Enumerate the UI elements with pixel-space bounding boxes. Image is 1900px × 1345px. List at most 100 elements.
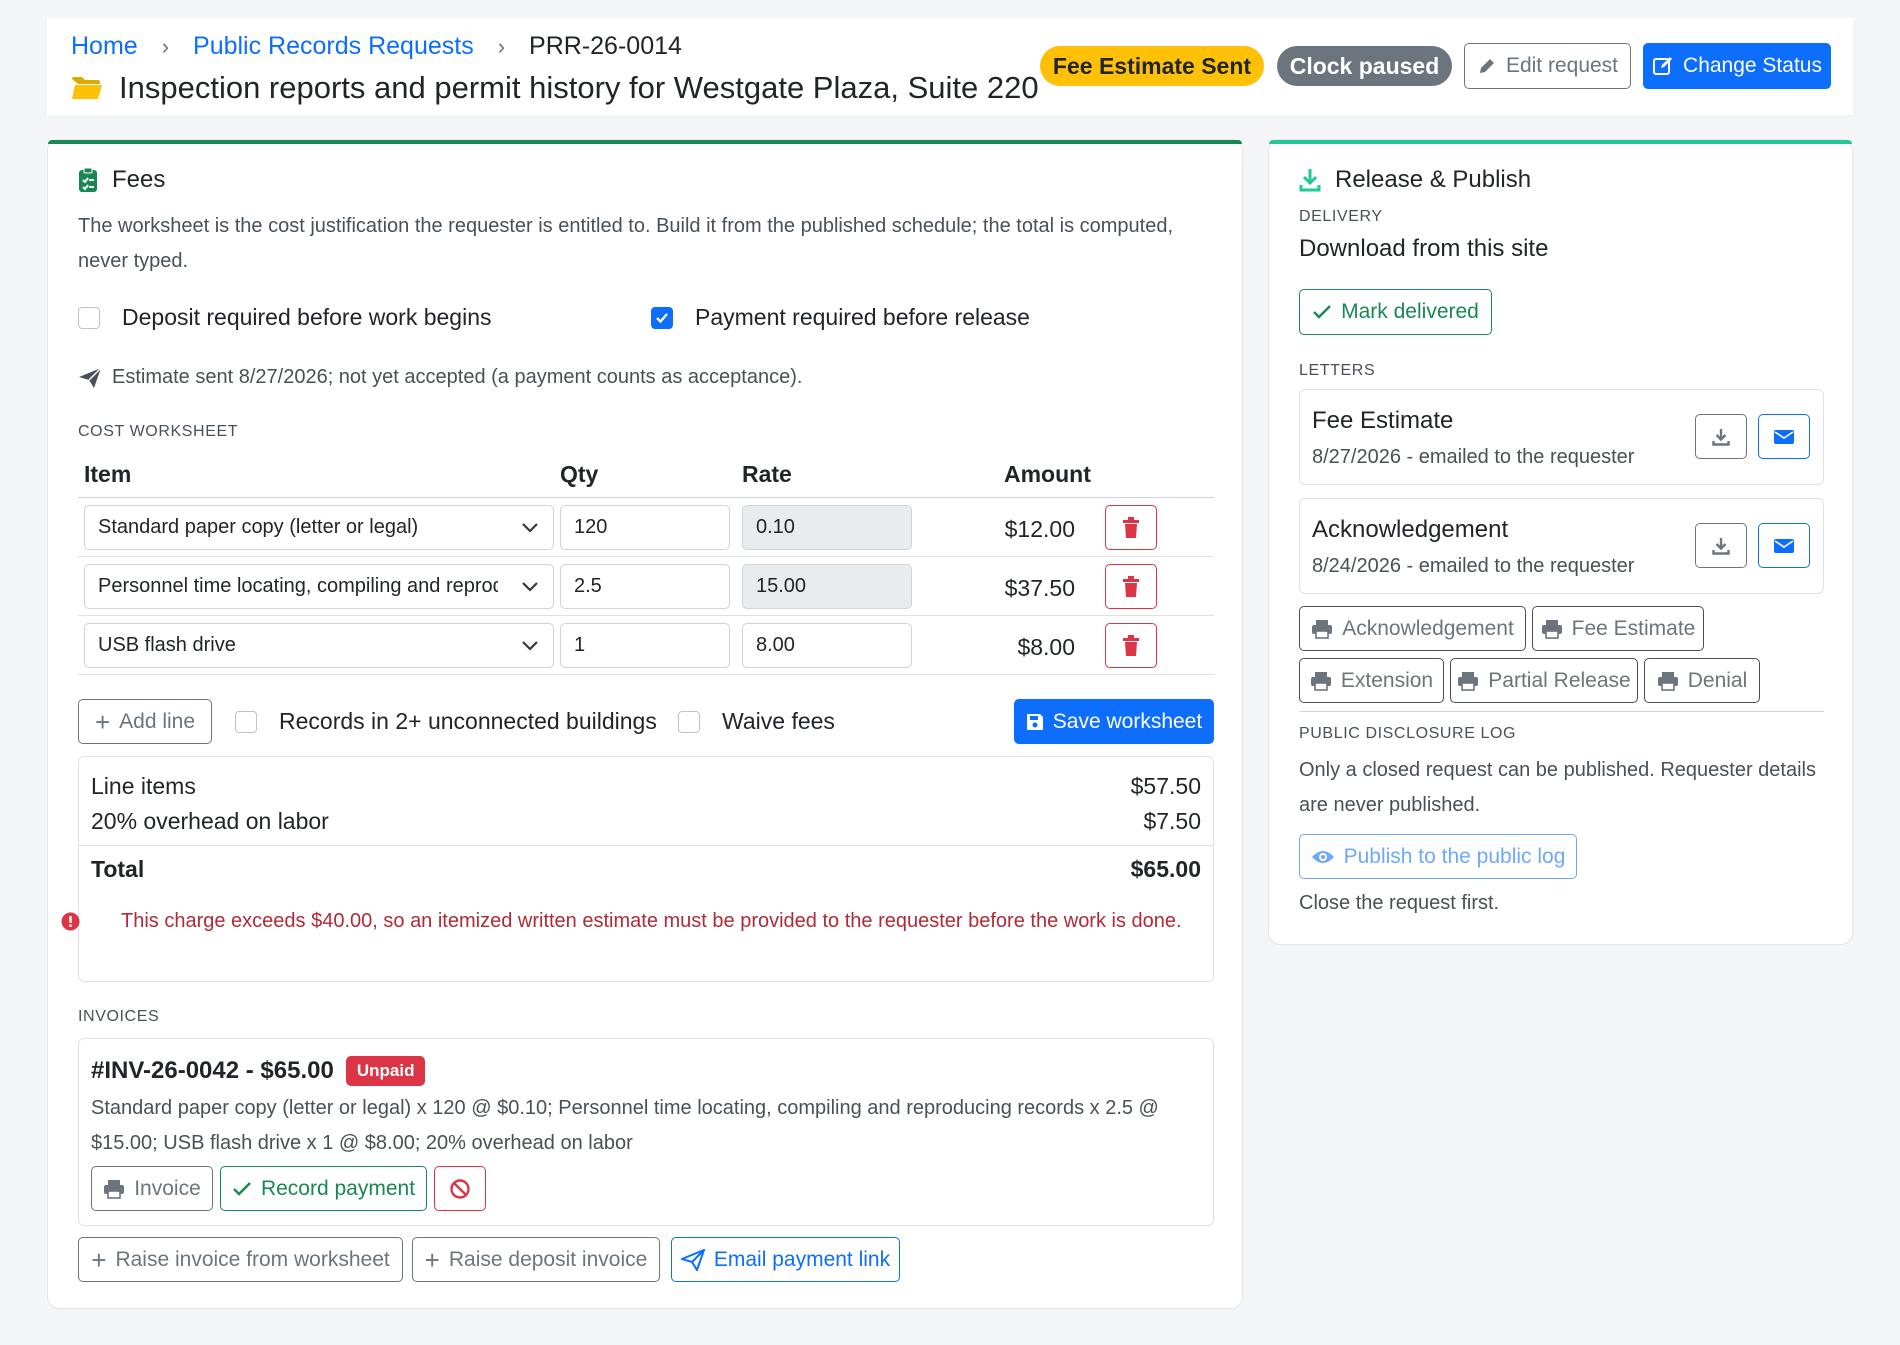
trash-icon <box>1123 516 1139 538</box>
plus-icon: + <box>424 1244 440 1275</box>
publish-public-log-button[interactable]: Publish to the public log <box>1299 834 1577 879</box>
delivery-value: Download from this site <box>1299 235 1549 262</box>
email-letter-button[interactable] <box>1758 414 1810 459</box>
printer-icon <box>1310 671 1331 691</box>
chevron-down-icon <box>522 581 538 592</box>
mark-delivered-button[interactable]: Mark delivered <box>1299 289 1492 335</box>
rate-input[interactable]: 0.10 <box>742 505 912 550</box>
download-icon <box>1712 428 1730 446</box>
payment-required-checkbox[interactable] <box>651 306 673 329</box>
letter-item: Acknowledgement 8/24/2026 - emailed to t… <box>1299 498 1824 594</box>
card-accent <box>48 140 1242 144</box>
email-payment-link-label: Email payment link <box>713 1247 891 1271</box>
printer-icon <box>1657 671 1678 691</box>
deposit-required-label: Deposit required before work begins <box>122 304 492 330</box>
letter-subtitle: 8/24/2026 - emailed to the requester <box>1312 555 1635 577</box>
unconnected-buildings-label: Records in 2+ unconnected buildings <box>279 708 657 734</box>
close-first-note: Close the request first. <box>1299 892 1500 914</box>
add-line-label: Add line <box>119 709 196 733</box>
print-acknowledgement-label: Acknowledgement <box>1342 616 1514 640</box>
print-partial-release-label: Partial Release <box>1488 668 1631 692</box>
change-status-button[interactable]: Change Status <box>1643 43 1831 89</box>
divider <box>79 845 1213 846</box>
letter-name: Acknowledgement <box>1312 516 1509 543</box>
add-line-button[interactable]: + Add line <box>78 699 212 744</box>
folder-open-icon <box>72 77 102 99</box>
item-select[interactable]: Standard paper copy (letter or legal) <box>84 505 554 550</box>
print-extension-button[interactable]: Extension <box>1299 658 1444 703</box>
trash-icon <box>1123 634 1139 656</box>
raise-invoice-label: Raise invoice from worksheet <box>115 1247 390 1271</box>
qty-input[interactable]: 2.5 <box>560 564 730 609</box>
raise-deposit-invoice-button[interactable]: + Raise deposit invoice <box>412 1237 660 1282</box>
unconnected-buildings-checkbox[interactable] <box>235 710 257 733</box>
raise-invoice-button[interactable]: + Raise invoice from worksheet <box>78 1237 403 1282</box>
fees-title: Fees <box>78 166 165 194</box>
plus-icon: + <box>91 1244 107 1275</box>
delete-line-button[interactable] <box>1105 505 1157 550</box>
email-payment-link-button[interactable]: Email payment link <box>671 1237 900 1282</box>
print-acknowledgement-button[interactable]: Acknowledgement <box>1299 606 1526 651</box>
print-extension-label: Extension <box>1340 668 1434 692</box>
payment-required-option[interactable]: Payment required before release <box>651 304 1030 331</box>
page-header: Home › Public Records Requests › PRR-26-… <box>47 18 1853 115</box>
download-letter-button[interactable] <box>1695 523 1747 568</box>
invoice-card: #INV-26-0042 - $65.00 Unpaid Standard pa… <box>78 1038 1214 1226</box>
rate-input[interactable]: 8.00 <box>742 623 912 668</box>
plus-icon: + <box>94 706 111 737</box>
item-select[interactable]: USB flash drive <box>84 623 554 668</box>
fees-card: Fees The worksheet is the cost justifica… <box>47 139 1243 1309</box>
estimate-warning-text: This charge exceeds $40.00, so an itemiz… <box>121 910 1182 932</box>
printer-icon <box>104 1179 125 1199</box>
line-items-label: Line items <box>91 773 196 799</box>
print-denial-button[interactable]: Denial <box>1644 658 1760 703</box>
save-worksheet-button[interactable]: Save worksheet <box>1014 699 1214 744</box>
delivery-heading: DELIVERY <box>1299 208 1383 225</box>
breadcrumb-home[interactable]: Home <box>71 32 138 61</box>
deposit-required-checkbox[interactable] <box>78 306 100 329</box>
page-title-row: Inspection reports and permit history fo… <box>71 70 1039 106</box>
waive-fees-option[interactable]: Waive fees <box>678 708 835 735</box>
chevron-down-icon <box>522 640 538 651</box>
delete-line-button[interactable] <box>1105 564 1157 609</box>
download-letter-button[interactable] <box>1695 414 1747 459</box>
download-icon <box>1299 169 1321 192</box>
delete-line-button[interactable] <box>1105 623 1157 668</box>
change-status-label: Change Status <box>1683 54 1822 77</box>
invoice-header: #INV-26-0042 - $65.00 Unpaid <box>91 1056 426 1086</box>
unpaid-badge: Unpaid <box>345 1056 426 1086</box>
line-items-value: $57.50 <box>1130 773 1201 799</box>
public-log-heading: PUBLIC DISCLOSURE LOG <box>1299 725 1517 742</box>
print-fee-estimate-button[interactable]: Fee Estimate <box>1532 606 1704 651</box>
item-select[interactable]: Personnel time locating, compiling and r… <box>84 564 554 609</box>
raise-deposit-invoice-label: Raise deposit invoice <box>448 1247 648 1271</box>
record-payment-button[interactable]: Record payment <box>220 1166 427 1211</box>
status-badge: Fee Estimate Sent <box>1040 46 1264 86</box>
invoice-detail: Standard paper copy (letter or legal) x … <box>91 1097 1159 1154</box>
floppy-disk-icon <box>1026 713 1043 730</box>
print-partial-release-button[interactable]: Partial Release <box>1450 658 1638 703</box>
letters-heading: LETTERS <box>1299 362 1376 379</box>
waive-fees-checkbox[interactable] <box>678 710 700 733</box>
payment-required-label: Payment required before release <box>695 304 1030 330</box>
divider <box>78 615 1214 616</box>
overhead-value: $7.50 <box>1143 808 1201 834</box>
qty-input[interactable]: 1 <box>560 623 730 668</box>
unconnected-buildings-option[interactable]: Records in 2+ unconnected buildings <box>235 708 657 735</box>
line-amount: $37.50 <box>1004 575 1075 601</box>
edit-request-button[interactable]: Edit request <box>1464 43 1631 89</box>
envelope-icon <box>1774 538 1794 553</box>
print-fee-estimate-label: Fee Estimate <box>1571 616 1696 640</box>
void-invoice-button[interactable] <box>434 1166 486 1211</box>
rate-input[interactable]: 15.00 <box>742 564 912 609</box>
total-label: Total <box>91 856 145 882</box>
divider <box>78 674 1214 675</box>
qty-input[interactable]: 120 <box>560 505 730 550</box>
eye-icon <box>1311 850 1334 863</box>
email-letter-button[interactable] <box>1758 523 1810 568</box>
deposit-required-option[interactable]: Deposit required before work begins <box>78 304 491 331</box>
print-invoice-button[interactable]: Invoice <box>91 1166 213 1211</box>
column-item: Item <box>84 461 132 487</box>
exclamation-circle-icon <box>61 912 80 931</box>
breadcrumb-public-records[interactable]: Public Records Requests <box>193 32 474 61</box>
